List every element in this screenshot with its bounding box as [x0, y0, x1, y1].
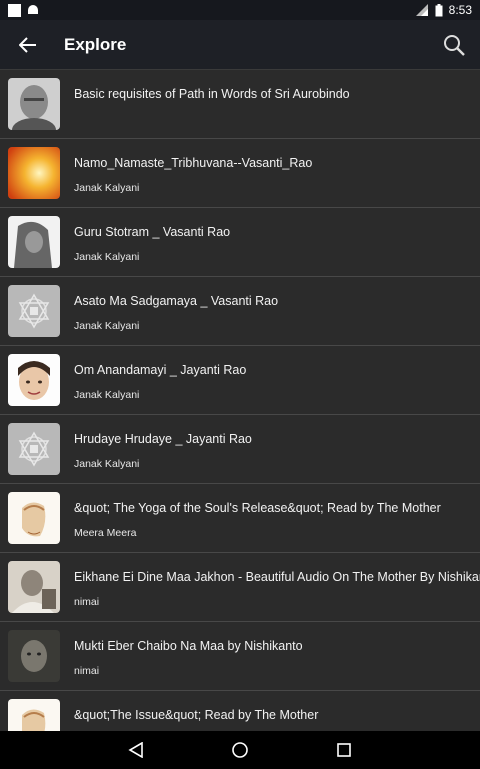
thumbnail-image: [8, 423, 60, 475]
nav-recents-button[interactable]: [332, 738, 356, 762]
thumbnail-image: [8, 492, 60, 544]
list-item[interactable]: Basic requisites of Path in Words of Sri…: [0, 70, 480, 139]
list-item[interactable]: &quot; The Yoga of the Soul's Release&qu…: [0, 484, 480, 553]
item-title: Basic requisites of Path in Words of Sri…: [74, 87, 350, 101]
list-item[interactable]: Eikhane Ei Dine Maa Jakhon - Beautiful A…: [0, 553, 480, 622]
thumbnail-image: [8, 285, 60, 337]
nav-back-button[interactable]: [124, 738, 148, 762]
thumbnail-image: [8, 354, 60, 406]
item-author: nimai: [74, 665, 100, 677]
back-button[interactable]: [0, 20, 56, 70]
item-title: Hrudaye Hrudaye _ Jayanti Rao: [74, 432, 252, 446]
item-title: Mukti Eber Chaibo Na Maa by Nishikanto: [74, 639, 303, 653]
thumbnail-image: [8, 78, 60, 130]
page-title: Explore: [64, 34, 127, 54]
list-item[interactable]: Mukti Eber Chaibo Na Maa by Nishikanto ni…: [0, 622, 480, 691]
item-author: nimai: [74, 596, 100, 608]
list-item[interactable]: Om Anandamayi _ Jayanti Rao Janak Kalyani: [0, 346, 480, 415]
list-item[interactable]: Namo_Namaste_Tribhuvana--Vasanti_Rao Jana…: [0, 139, 480, 208]
item-author: Meera Meera: [74, 527, 137, 539]
signal-icon: [415, 4, 428, 16]
item-title: Eikhane Ei Dine Maa Jakhon - Beautiful A…: [74, 570, 480, 584]
track-list: Basic requisites of Path in Words of Sri…: [0, 70, 480, 731]
item-title: Om Anandamayi _ Jayanti Rao: [74, 363, 247, 377]
search-icon: [444, 34, 465, 56]
status-bar: 8:53: [0, 0, 480, 20]
thumbnail-image: [8, 699, 60, 731]
thumbnail-image: [8, 561, 60, 613]
item-title: Guru Stotram _ Vasanti Rao: [74, 225, 231, 239]
list-item[interactable]: Hrudaye Hrudaye _ Jayanti Rao Janak Kalya…: [0, 415, 480, 484]
back-arrow-icon: [19, 36, 36, 53]
nav-home-icon: [232, 742, 248, 758]
list-item[interactable]: &quot;The Issue&quot; Read by The Mother: [0, 691, 480, 731]
android-icon: [28, 5, 38, 14]
app-bar: Explore: [0, 20, 480, 70]
item-title: Namo_Namaste_Tribhuvana--Vasanti_Rao: [74, 156, 313, 170]
search-button[interactable]: [428, 20, 480, 70]
item-author: Janak Kalyani: [74, 320, 140, 332]
battery-icon: [435, 3, 443, 16]
nav-back-icon: [128, 742, 143, 758]
item-author: Janak Kalyani: [74, 458, 140, 470]
item-title: &quot; The Yoga of the Soul's Release&qu…: [74, 501, 441, 515]
nav-home-button[interactable]: [228, 738, 252, 762]
thumbnail-image: [8, 630, 60, 682]
item-author: Janak Kalyani: [74, 251, 140, 263]
list-item[interactable]: Asato Ma Sadgamaya _ Vasanti Rao Janak Ka…: [0, 277, 480, 346]
item-author: Janak Kalyani: [74, 389, 140, 401]
list-item[interactable]: Guru Stotram _ Vasanti Rao Janak Kalyani: [0, 208, 480, 277]
notification-icon: [8, 3, 21, 17]
thumbnail-image: [8, 216, 60, 268]
item-title: &quot;The Issue&quot; Read by The Mother: [74, 708, 319, 722]
status-time: 8:53: [448, 3, 472, 17]
item-author: Janak Kalyani: [74, 182, 140, 194]
item-title: Asato Ma Sadgamaya _ Vasanti Rao: [74, 294, 279, 308]
thumbnail-image: [8, 147, 60, 199]
navigation-bar: [0, 731, 480, 769]
nav-recents-icon: [337, 743, 351, 757]
